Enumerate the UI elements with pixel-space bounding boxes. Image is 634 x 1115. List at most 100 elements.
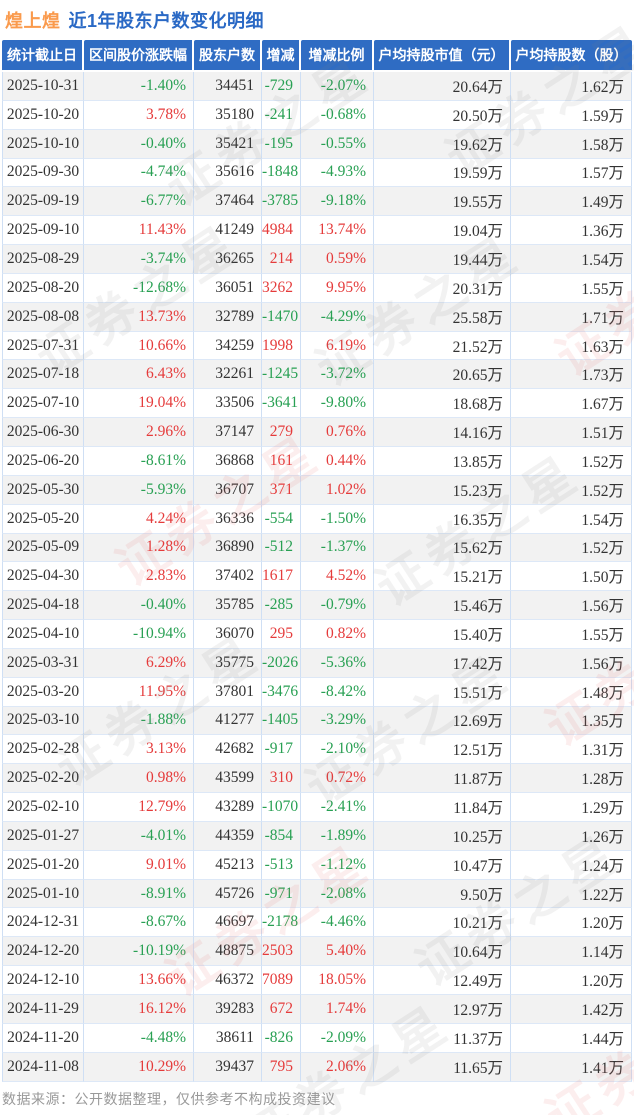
cell-avg-shares: 1.20万 — [511, 966, 632, 995]
table-row: 2025-08-20 -12.68% 36051 3262 9.95% 20.31万 1.5… — [2, 273, 632, 303]
cell-avg-value: 19.04万 — [374, 216, 511, 246]
cell-price-change: 2.83% — [84, 562, 194, 592]
cell-avg-shares: 1.52万 — [511, 475, 632, 505]
cell-avg-value: 15.40万 — [374, 620, 511, 649]
cell-change-pct: 1.74% — [301, 995, 374, 1024]
cell-avg-shares: 1.35万 — [511, 706, 632, 736]
cell-avg-shares: 1.42万 — [511, 995, 632, 1024]
cell-holders: 36868 — [194, 446, 262, 476]
cell-avg-shares: 1.28万 — [511, 764, 632, 794]
cell-change-pct: 9.95% — [301, 273, 374, 303]
cell-change: -285 — [262, 591, 301, 621]
cell-price-change: 19.04% — [84, 389, 194, 419]
table-header: 统计截止日 区间股价涨跌幅 股东户数 增减 增减比例 户均持股市值（元） 户均持股数（股） — [2, 40, 632, 72]
cell-price-change: 9.01% — [84, 850, 194, 880]
cell-avg-value: 11.37万 — [374, 1023, 511, 1053]
cell-avg-shares: 1.50万 — [511, 562, 632, 592]
cell-price-change: 3.13% — [84, 735, 194, 765]
cell-date: 2025-01-27 — [2, 821, 84, 851]
cell-avg-value: 12.49万 — [374, 966, 511, 995]
cell-holders: 39437 — [194, 1052, 262, 1082]
cell-change: 1998 — [262, 331, 301, 361]
table-row: 2025-10-10 -0.40% 35421 -195 -0.55% 19.62万 1.5… — [2, 129, 632, 159]
table-row: 2025-02-28 3.13% 42682 -917 -2.10% 12.51万 1.31… — [2, 735, 632, 765]
cell-price-change: -0.40% — [84, 129, 194, 159]
cell-change: -729 — [262, 72, 301, 101]
cell-date: 2025-06-20 — [2, 446, 84, 476]
cell-price-change: 6.43% — [84, 360, 194, 390]
cell-avg-value: 19.44万 — [374, 245, 511, 274]
cell-avg-value: 12.69万 — [374, 706, 511, 736]
table-row: 2025-10-20 3.78% 35180 -241 -0.68% 20.50万 1.59… — [2, 100, 632, 130]
table-row: 2024-12-20 -10.19% 48875 2503 5.40% 10.64万 1.1… — [2, 937, 632, 967]
cell-avg-value: 15.46万 — [374, 591, 511, 621]
table-row: 2025-03-10 -1.88% 41277 -1405 -3.29% 12.69万 1.… — [2, 706, 632, 736]
cell-avg-shares: 1.59万 — [511, 100, 632, 130]
cell-change-pct: -1.37% — [301, 533, 374, 563]
cell-price-change: -10.19% — [84, 937, 194, 967]
cell-avg-value: 15.62万 — [374, 533, 511, 563]
cell-change: 2503 — [262, 937, 301, 967]
cell-holders: 36051 — [194, 273, 262, 303]
cell-holders: 35180 — [194, 100, 262, 130]
cell-price-change: 16.12% — [84, 995, 194, 1024]
cell-change-pct: -4.93% — [301, 158, 374, 188]
cell-change-pct: 13.74% — [301, 216, 374, 246]
cell-date: 2025-08-29 — [2, 245, 84, 274]
cell-date: 2025-07-31 — [2, 331, 84, 361]
cell-price-change: -5.93% — [84, 475, 194, 505]
cell-change-pct: -3.29% — [301, 706, 374, 736]
cell-avg-shares: 1.56万 — [511, 591, 632, 621]
table-row: 2025-06-20 -8.61% 36868 161 0.44% 13.85万 1.52万 — [2, 446, 632, 476]
table-row: 2025-04-30 2.83% 37402 1617 4.52% 15.21万 1.50万 — [2, 562, 632, 592]
cell-change-pct: -0.68% — [301, 100, 374, 130]
page: 煌上煌 近1年股东户数变化明细 统计截止日 区间股价涨跌幅 股东户数 增减 增减比例 户均持… — [0, 0, 634, 1115]
cell-date: 2025-05-09 — [2, 533, 84, 563]
cell-avg-value: 20.50万 — [374, 100, 511, 130]
cell-change-pct: -3.72% — [301, 360, 374, 390]
cell-change-pct: -1.89% — [301, 821, 374, 851]
cell-holders: 32261 — [194, 360, 262, 390]
cell-change: -826 — [262, 1023, 301, 1053]
cell-price-change: 13.73% — [84, 302, 194, 332]
cell-change-pct: 0.76% — [301, 418, 374, 447]
cell-change: 310 — [262, 764, 301, 794]
cell-change-pct: -4.46% — [301, 908, 374, 938]
table-body: 2025-10-31 -1.40% 34451 -729 -2.07% 20.64万 1.6… — [2, 72, 632, 1082]
cell-avg-value: 17.42万 — [374, 648, 511, 678]
table-row: 2025-09-30 -4.74% 35616 -1848 -4.93% 19.59万 1.… — [2, 158, 632, 188]
cell-change: -3476 — [262, 677, 301, 707]
column-header-6: 户均持股数（股） — [511, 40, 632, 72]
cell-holders: 36707 — [194, 475, 262, 505]
cell-avg-value: 11.65万 — [374, 1052, 511, 1082]
cell-change: -241 — [262, 100, 301, 130]
cell-change: -1070 — [262, 793, 301, 822]
cell-avg-shares: 1.54万 — [511, 504, 632, 534]
cell-change-pct: -2.09% — [301, 1023, 374, 1053]
cell-date: 2025-10-20 — [2, 100, 84, 130]
cell-change-pct: 6.19% — [301, 331, 374, 361]
cell-change-pct: -4.29% — [301, 302, 374, 332]
cell-avg-shares: 1.67万 — [511, 389, 632, 419]
cell-change-pct: 0.82% — [301, 620, 374, 649]
cell-avg-shares: 1.26万 — [511, 821, 632, 851]
data-source-note: 数据来源：公开数据整理，仅供参考不构成投资建议 — [2, 1091, 336, 1107]
table-row: 2025-08-29 -3.74% 36265 214 0.59% 19.44万 1.54万 — [2, 245, 632, 274]
table-row: 2025-08-08 13.73% 32789 -1470 -4.29% 25.58万 1.… — [2, 302, 632, 332]
cell-avg-shares: 1.14万 — [511, 937, 632, 967]
cell-change-pct: -9.80% — [301, 389, 374, 419]
cell-avg-shares: 1.52万 — [511, 446, 632, 476]
cell-holders: 36265 — [194, 245, 262, 274]
cell-avg-shares: 1.57万 — [511, 158, 632, 188]
cell-change-pct: 5.40% — [301, 937, 374, 967]
cell-change-pct: 0.44% — [301, 446, 374, 476]
table-row: 2025-05-30 -5.93% 36707 371 1.02% 15.23万 1.52万 — [2, 475, 632, 505]
cell-change: -971 — [262, 879, 301, 909]
cell-change: -854 — [262, 821, 301, 851]
cell-avg-value: 25.58万 — [374, 302, 511, 332]
cell-change: -3641 — [262, 389, 301, 419]
cell-date: 2025-08-20 — [2, 273, 84, 303]
cell-avg-value: 12.51万 — [374, 735, 511, 765]
cell-change: 295 — [262, 620, 301, 649]
cell-holders: 48875 — [194, 937, 262, 967]
